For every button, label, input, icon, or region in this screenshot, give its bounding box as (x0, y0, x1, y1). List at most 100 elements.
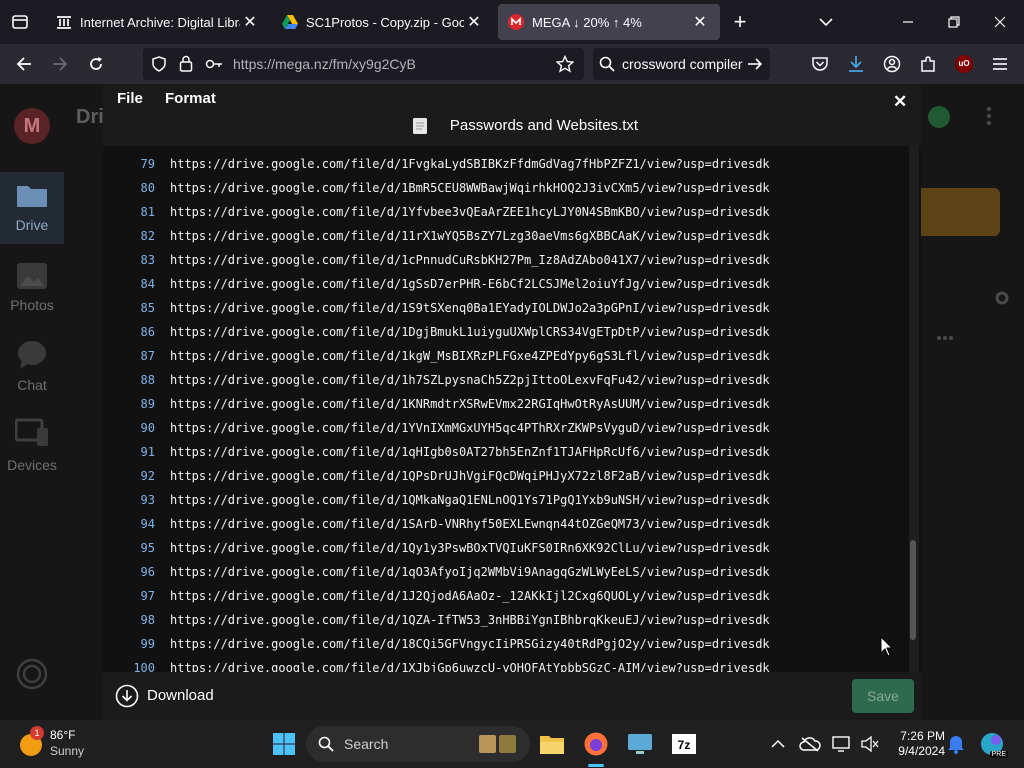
line-number: 94 (140, 517, 155, 531)
editor-line: 98 https://drive.google.com/file/d/1QZA-I… (103, 608, 903, 632)
line-number: 89 (140, 397, 155, 411)
line-text: https://drive.google.com/file/d/1J2QjodA… (170, 589, 770, 603)
svg-text:7z: 7z (678, 738, 691, 752)
minimize-icon[interactable] (896, 10, 920, 34)
chat-icon (16, 340, 48, 375)
search-highlight-icon (478, 733, 518, 760)
permissions-icon[interactable] (205, 56, 223, 77)
save-button[interactable]: Save (852, 679, 914, 713)
menu-format[interactable]: Format (165, 90, 216, 107)
sidebar-item-label: Drive (15, 217, 49, 233)
transfer-status-icon[interactable] (16, 658, 48, 695)
tab-google-drive[interactable]: SC1Protos - Copy.zip - Google D ✕ (272, 4, 494, 40)
editor-line: 79 https://drive.google.com/file/d/1Fvgka… (103, 152, 903, 176)
sidebar-item-chat[interactable]: Chat (0, 336, 64, 408)
line-text: https://drive.google.com/file/d/1qHIgb0s… (170, 445, 770, 459)
reload-icon[interactable] (84, 52, 108, 76)
editor-line: 96 https://drive.google.com/file/d/1qO3Af… (103, 560, 903, 584)
search-bar[interactable]: crossword compiler (593, 48, 770, 80)
weather-widget[interactable]: 1 86°F Sunny (8, 726, 128, 762)
new-tab-button[interactable]: + (728, 9, 752, 34)
notification-bell-icon[interactable] (942, 728, 970, 760)
clock-time: 7:26 PM (900, 729, 945, 743)
line-text: https://drive.google.com/file/d/1QZA-IfT… (170, 613, 770, 627)
url-text: https://mega.nz/fm/xy9g2CyB (233, 56, 416, 72)
file-explorer-icon[interactable] (536, 728, 568, 760)
download-button-label[interactable]: Download (147, 687, 214, 704)
vertical-scrollbar[interactable] (909, 146, 919, 672)
photos-icon (16, 262, 48, 295)
search-icon (318, 736, 334, 757)
back-arrow-icon[interactable] (12, 52, 36, 76)
copilot-icon[interactable]: PRE (976, 728, 1008, 760)
tab-close-icon[interactable]: ✕ (464, 12, 484, 32)
system-clock[interactable]: 7:26 PM 9/4/2024 (875, 729, 945, 759)
line-number: 84 (140, 277, 155, 291)
editor-line: 81 https://drive.google.com/file/d/1Yfvbe… (103, 200, 903, 224)
ublock-badge: uO (955, 55, 973, 73)
sidebar-item-label: Devices (7, 457, 57, 473)
clock-date: 9/4/2024 (898, 744, 945, 758)
list-all-tabs-icon[interactable] (814, 10, 838, 34)
restore-icon[interactable] (942, 10, 966, 34)
pocket-icon[interactable] (808, 52, 832, 76)
shield-icon[interactable] (151, 56, 167, 77)
editor-line: 90 https://drive.google.com/file/d/1YVnIX… (103, 416, 903, 440)
account-icon[interactable] (880, 52, 904, 76)
address-bar[interactable]: https://mega.nz/fm/xy9g2CyB (143, 48, 584, 80)
line-text: https://drive.google.com/file/d/1BmR5CEU… (170, 181, 770, 195)
tab-title: MEGA ↓ 20% ↑ 4% (532, 14, 642, 30)
forward-arrow-icon[interactable] (48, 52, 72, 76)
network-display-icon[interactable] (828, 728, 856, 760)
onedrive-icon[interactable] (796, 728, 824, 760)
line-number: 80 (140, 181, 155, 195)
download-icon[interactable] (115, 684, 139, 713)
downloads-icon[interactable] (844, 52, 868, 76)
sidebar-item-photos[interactable]: Photos (0, 256, 64, 328)
line-text: https://drive.google.com/file/d/1DgjBmuk… (170, 325, 770, 339)
show-hidden-icons-chevron-icon[interactable] (764, 728, 792, 760)
extensions-puzzle-icon[interactable] (916, 52, 940, 76)
line-text: https://drive.google.com/file/d/1gSsD7er… (170, 277, 770, 291)
tab-title: Internet Archive: Digital Library (80, 14, 240, 30)
start-button[interactable] (268, 728, 300, 760)
window-close-icon[interactable] (988, 10, 1012, 34)
tab-internet-archive[interactable]: Internet Archive: Digital Library ✕ (46, 4, 270, 40)
sidebar-item-devices[interactable]: Devices (0, 416, 64, 488)
bookmark-star-icon[interactable] (555, 54, 575, 78)
settings-icon[interactable] (994, 290, 1010, 311)
ublock-origin-icon[interactable]: uO (952, 52, 976, 76)
taskbar-search-box[interactable]: Search (306, 726, 530, 762)
tab-mega[interactable]: MEGA ↓ 20% ↑ 4% ✕ (498, 4, 720, 40)
remote-desktop-icon[interactable] (624, 728, 656, 760)
sidebar-item-label: Chat (17, 377, 47, 393)
7zip-icon[interactable]: 7z (668, 728, 700, 760)
file-name-title: Passwords and Websites.txt (449, 117, 639, 134)
scrollbar-thumb[interactable] (910, 540, 916, 640)
sidebar-item-drive[interactable]: Drive (0, 172, 64, 244)
sidebar-item-label: Photos (10, 297, 54, 313)
ellipsis-icon[interactable] (936, 328, 954, 346)
line-number: 81 (140, 205, 155, 219)
tab-close-icon[interactable]: ✕ (240, 12, 260, 32)
line-text: https://drive.google.com/file/d/1h7SZLpy… (170, 373, 770, 387)
line-text: https://drive.google.com/file/d/18CQi5GF… (170, 637, 770, 651)
editor-line: 97 https://drive.google.com/file/d/1J2Qjo… (103, 584, 903, 608)
tab-close-icon[interactable]: ✕ (690, 12, 710, 32)
line-number: 85 (140, 301, 155, 315)
lock-icon[interactable] (179, 55, 193, 77)
menu-file[interactable]: File (117, 90, 143, 107)
line-number: 99 (140, 637, 155, 651)
mega-logo[interactable]: M (14, 108, 50, 144)
line-text: https://drive.google.com/file/d/1SArD-VN… (170, 517, 770, 531)
go-arrow-icon[interactable] (747, 56, 763, 77)
active-app-indicator (588, 764, 604, 767)
line-text: https://drive.google.com/file/d/11rX1wYQ… (170, 229, 770, 243)
hamburger-menu-icon[interactable] (988, 52, 1012, 76)
firefox-icon[interactable] (580, 728, 612, 760)
firefox-view-icon[interactable] (8, 10, 32, 34)
more-options-icon[interactable] (986, 106, 992, 131)
editor-close-button[interactable]: ✕ (893, 92, 907, 112)
text-content-area[interactable]: 79 https://drive.google.com/file/d/1Fvgka… (103, 146, 921, 672)
line-number: 96 (140, 565, 155, 579)
